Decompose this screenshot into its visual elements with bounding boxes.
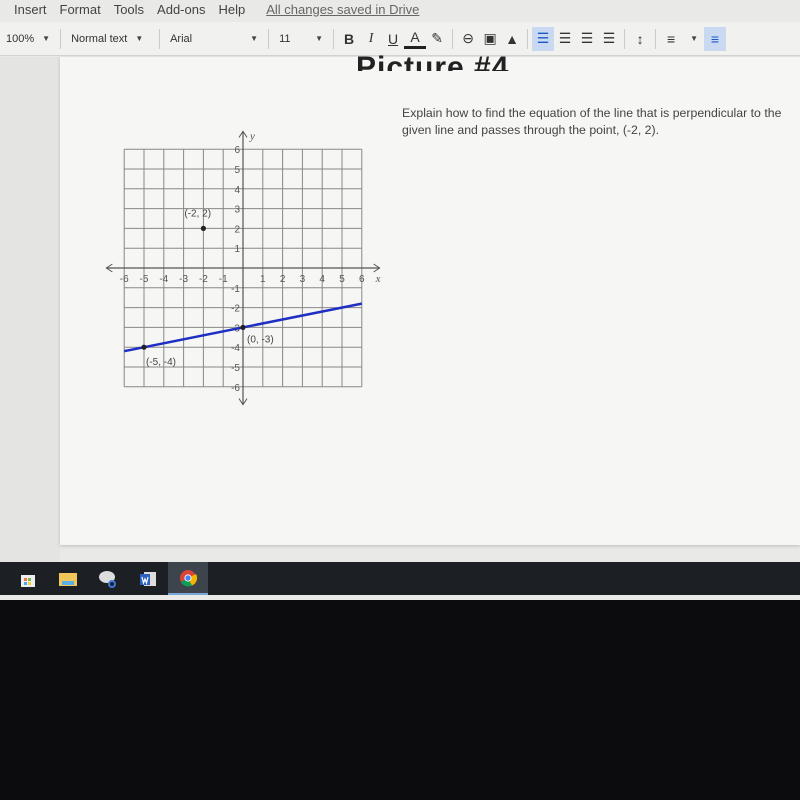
chevron-down-icon: ▼	[135, 34, 144, 43]
file-explorer-icon[interactable]	[48, 562, 88, 595]
left-margin	[0, 57, 60, 562]
taskbar	[0, 562, 800, 595]
menu-help[interactable]: Help	[218, 2, 245, 17]
divider	[527, 28, 529, 49]
x-tick-label: 2	[280, 274, 286, 285]
y-tick-label: -6	[231, 383, 240, 394]
x-tick-label: -2	[199, 274, 208, 285]
data-point	[141, 344, 147, 350]
x-tick-label: 6	[359, 274, 365, 285]
x-tick-label: -5	[140, 274, 149, 285]
word-icon[interactable]	[128, 562, 168, 595]
x-tick-label: -1	[219, 274, 228, 285]
justify-icon[interactable]: ☰	[598, 27, 620, 51]
font-size-value: 11	[279, 32, 291, 45]
y-tick-label: 2	[234, 224, 240, 235]
divider	[624, 28, 626, 49]
x-tick-label: -6	[120, 274, 129, 285]
font-size-select[interactable]: 11 ▼	[273, 22, 329, 55]
x-tick-label: -3	[179, 274, 188, 285]
y-tick-label: -2	[231, 304, 240, 315]
zoom-select[interactable]: 100% ▼	[0, 22, 56, 55]
menu-add-ons[interactable]: Add-ons	[157, 2, 205, 17]
numbered-list-icon[interactable]: ≡	[660, 27, 682, 51]
data-point	[240, 324, 246, 330]
font-select[interactable]: Arial ▼	[164, 22, 264, 55]
store-icon[interactable]	[8, 562, 48, 595]
chrome-icon[interactable]	[168, 562, 208, 595]
x-axis-label: x	[375, 273, 381, 285]
save-status-link[interactable]: All changes saved in Drive	[266, 2, 419, 17]
y-tick-label: 1	[234, 244, 240, 255]
divider	[268, 28, 270, 49]
menu-format[interactable]: Format	[60, 2, 101, 17]
line-spacing-icon[interactable]: ↕	[629, 27, 651, 51]
align-right-icon[interactable]: ☰	[576, 27, 598, 51]
divider	[60, 28, 62, 49]
data-point	[200, 225, 206, 231]
question-text: Explain how to find the equation of the …	[402, 106, 782, 137]
divider	[333, 28, 335, 49]
menu-insert[interactable]: Insert	[14, 2, 47, 17]
y-axis-label: y	[249, 130, 255, 142]
style-value: Normal text	[71, 32, 128, 45]
chevron-down-icon: ▼	[250, 34, 259, 43]
y-tick-label: 5	[234, 165, 240, 176]
bulleted-list-icon[interactable]: ≡	[703, 26, 726, 51]
snipping-tool-icon[interactable]	[88, 562, 128, 595]
point-label: (0, -3)	[247, 334, 274, 345]
y-tick-label: -1	[231, 284, 240, 295]
y-tick-label: 6	[234, 145, 240, 156]
x-tick-label: 3	[300, 274, 306, 285]
screen: Insert Format Tools Add-ons Help All cha…	[0, 0, 800, 600]
zoom-value: 100%	[6, 32, 35, 45]
coordinate-graph: -6-5-4-3-2-1123456654321-1-2-3-4-5-6xy(-…	[105, 130, 381, 406]
point-label: (-2, 2)	[184, 208, 211, 219]
font-value: Arial	[170, 32, 193, 45]
x-tick-label: 4	[319, 274, 325, 285]
document-title: Picture #4	[356, 51, 510, 71]
style-select[interactable]: Normal text ▼	[65, 22, 155, 55]
align-left-icon[interactable]: ☰	[532, 26, 555, 51]
y-tick-label: -5	[231, 363, 240, 374]
y-tick-label: 3	[234, 205, 240, 216]
document-page[interactable]: Picture #4 -6 -5 -4 -3 -2 -1 1 2 3 4 5 6 6 5 4 3 2 1 -1 -2 -…	[60, 51, 800, 545]
menu-bar: Insert Format Tools Add-ons Help All cha…	[0, 0, 800, 18]
align-center-icon[interactable]: ☰	[554, 27, 576, 51]
y-tick-label: 4	[234, 185, 240, 196]
x-tick-label: 1	[260, 274, 266, 285]
y-tick-label: -4	[231, 343, 240, 354]
chevron-down-icon[interactable]: ▼	[690, 34, 698, 43]
chevron-down-icon: ▼	[315, 34, 324, 43]
menu-tools[interactable]: Tools	[114, 2, 144, 17]
divider	[655, 28, 657, 49]
point-label: (-5, -4)	[146, 357, 176, 368]
x-tick-label: -4	[159, 274, 168, 285]
x-tick-label: 5	[339, 274, 345, 285]
chevron-down-icon: ▼	[42, 34, 51, 43]
divider	[159, 28, 161, 49]
